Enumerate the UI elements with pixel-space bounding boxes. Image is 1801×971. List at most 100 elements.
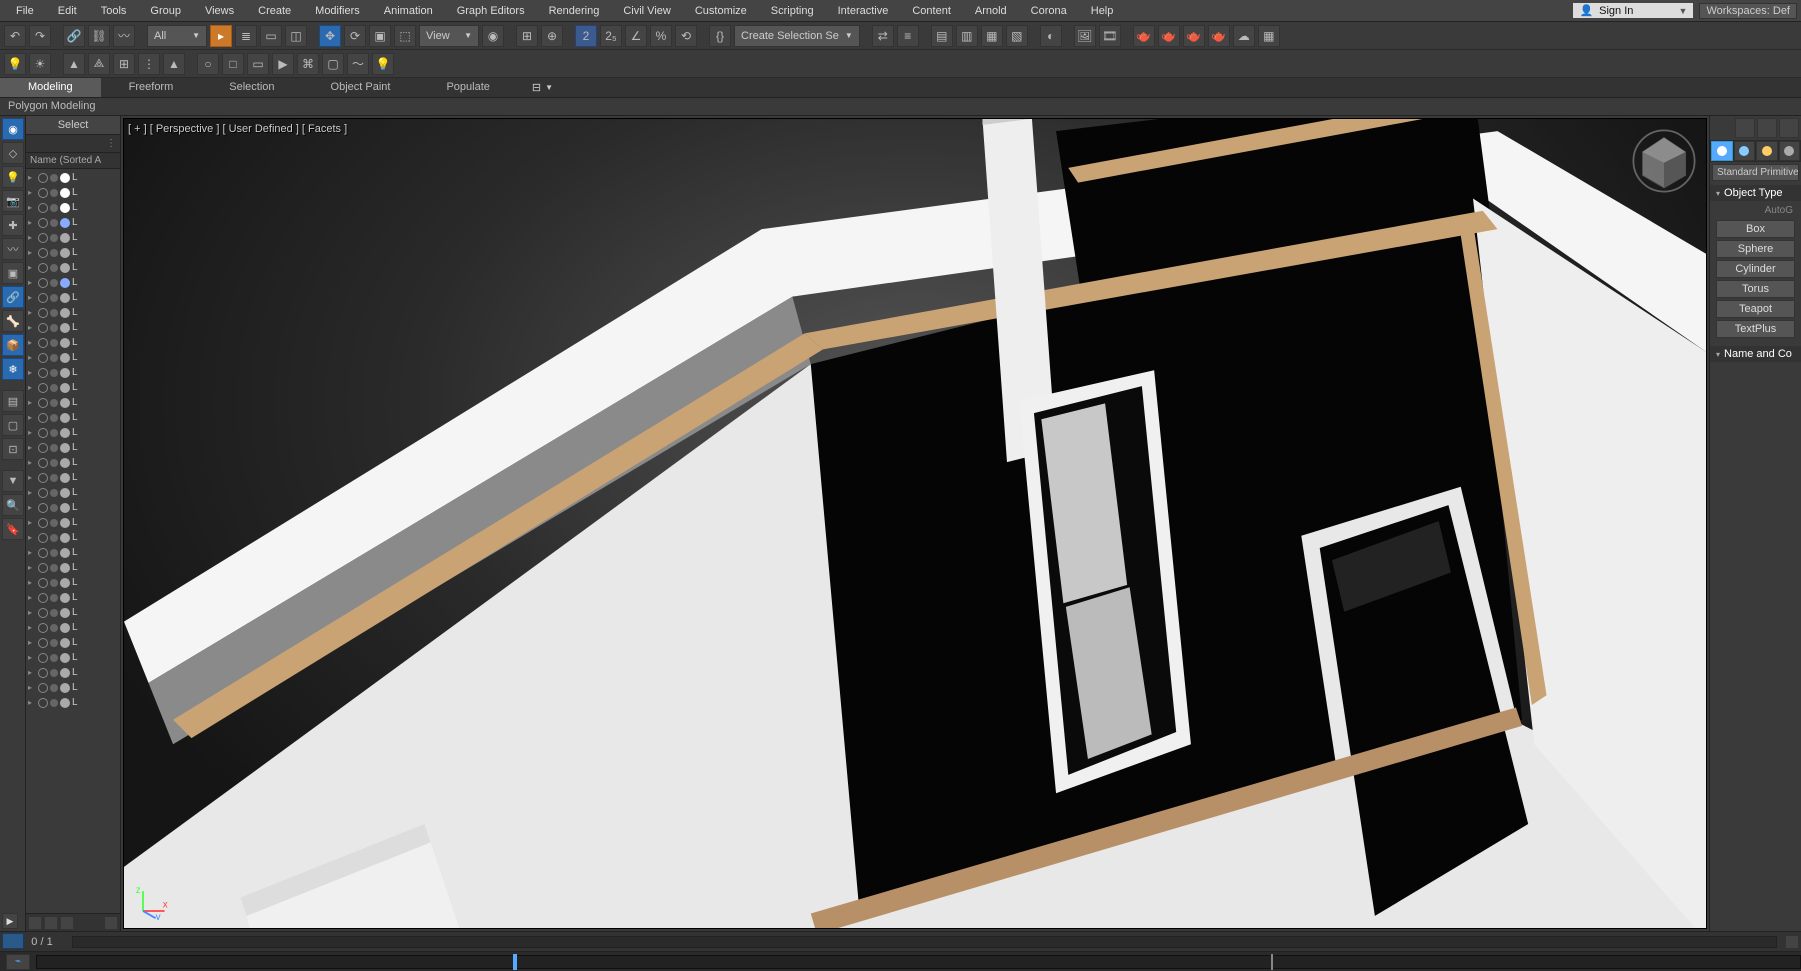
scene-row[interactable]: ▸L: [26, 530, 120, 545]
display-none-icon[interactable]: ▢: [2, 414, 24, 436]
toggle-ribbon-button[interactable]: ▥: [956, 25, 978, 47]
mirror-button[interactable]: ⇄: [872, 25, 894, 47]
select-object-button[interactable]: ▸: [210, 25, 232, 47]
scene-explorer-header[interactable]: Name (Sorted A: [26, 153, 120, 169]
snap-toggle-2d-button[interactable]: 2: [575, 25, 597, 47]
viewcube[interactable]: [1628, 125, 1700, 197]
filter-xrefs-icon[interactable]: 🔗: [2, 286, 24, 308]
name-color-rollout-header[interactable]: Name and Co: [1710, 346, 1801, 362]
scene-row[interactable]: ▸L: [26, 290, 120, 305]
menu-help[interactable]: Help: [1079, 2, 1126, 20]
named-selection-dropdown[interactable]: Create Selection Se▼: [734, 25, 860, 47]
mirror-y-icon[interactable]: ⟁: [88, 53, 110, 75]
filter-cameras-icon[interactable]: 📷: [2, 190, 24, 212]
window-crossing-button[interactable]: ◫: [285, 25, 307, 47]
scale-button[interactable]: ▣: [369, 25, 391, 47]
cmd-top-2[interactable]: [1757, 118, 1777, 138]
undo-button[interactable]: ↶: [4, 25, 26, 47]
render-online-button[interactable]: 🫖: [1208, 25, 1230, 47]
freeze-tool-icon[interactable]: ▢: [322, 53, 344, 75]
scene-row[interactable]: ▸L: [26, 440, 120, 455]
torus-button[interactable]: Torus: [1716, 280, 1795, 298]
scene-row[interactable]: ▸L: [26, 485, 120, 500]
play-tool-icon[interactable]: ▶: [272, 53, 294, 75]
scene-row[interactable]: ▸L: [26, 245, 120, 260]
track-area[interactable]: [36, 955, 1801, 969]
scene-row[interactable]: ▸L: [26, 305, 120, 320]
filter-groups-icon[interactable]: ▣: [2, 262, 24, 284]
angle-snap-button[interactable]: ∠: [625, 25, 647, 47]
lasso-tool-icon[interactable]: 〜: [347, 53, 369, 75]
time-right-button[interactable]: [1785, 935, 1799, 949]
filter-frozen-icon[interactable]: ❄: [2, 358, 24, 380]
scene-row[interactable]: ▸L: [26, 275, 120, 290]
explorer-options-icon[interactable]: ⋮: [106, 138, 116, 149]
scene-explorer-list[interactable]: ▸L▸L▸L▸L▸L▸L▸L▸L▸L▸L▸L▸L▸L▸L▸L▸L▸L▸L▸L▸L…: [26, 169, 120, 913]
curve-editor-button[interactable]: ▦: [981, 25, 1003, 47]
selection-filter-dropdown[interactable]: All▼: [147, 25, 207, 47]
menu-create[interactable]: Create: [246, 2, 303, 20]
sphere-button[interactable]: Sphere: [1716, 240, 1795, 258]
menu-tools[interactable]: Tools: [89, 2, 139, 20]
snap-toggle-25d-button[interactable]: 2₅: [600, 25, 622, 47]
signin-dropdown[interactable]: 👤 Sign In ▼: [1573, 3, 1693, 18]
filter-shapes-icon[interactable]: ◇: [2, 142, 24, 164]
menu-scripting[interactable]: Scripting: [759, 2, 826, 20]
spinner-snap-button[interactable]: ⟲: [675, 25, 697, 47]
placement-button[interactable]: ⬚: [394, 25, 416, 47]
time-slot-indicator[interactable]: [2, 933, 24, 949]
workspaces-dropdown[interactable]: Workspaces: Def: [1699, 3, 1797, 19]
ribbon-tab-freeform[interactable]: Freeform: [101, 78, 202, 97]
scene-row[interactable]: ▸L: [26, 560, 120, 575]
layer-explorer-button[interactable]: ▤: [931, 25, 953, 47]
ribbon-chevron-icon[interactable]: ▼: [545, 83, 553, 92]
bulb-tool-icon[interactable]: 💡: [372, 53, 394, 75]
rotate-button[interactable]: ⟳: [344, 25, 366, 47]
motion-tab[interactable]: [1779, 141, 1801, 161]
scene-row[interactable]: ▸L: [26, 380, 120, 395]
render-iterative-button[interactable]: 🫖: [1158, 25, 1180, 47]
square-tool-icon[interactable]: □: [222, 53, 244, 75]
ref-coord-dropdown[interactable]: View▼: [419, 25, 479, 47]
cylinder-button[interactable]: Cylinder: [1716, 260, 1795, 278]
ribbon-tab-objectpaint[interactable]: Object Paint: [303, 78, 419, 97]
scene-row[interactable]: ▸L: [26, 335, 120, 350]
render-frame-button[interactable]: 🎞: [1099, 25, 1121, 47]
filter-geometry-icon[interactable]: ◉: [2, 118, 24, 140]
select-region-rect-button[interactable]: ▭: [260, 25, 282, 47]
explorer-foot-4[interactable]: [104, 916, 118, 930]
ribbon-tab-modeling[interactable]: Modeling: [0, 78, 101, 97]
scene-row[interactable]: ▸L: [26, 620, 120, 635]
scene-row[interactable]: ▸L: [26, 200, 120, 215]
textplus-button[interactable]: TextPlus: [1716, 320, 1795, 338]
autogrid-checkbox[interactable]: AutoG: [1712, 203, 1799, 218]
scene-row[interactable]: ▸L: [26, 500, 120, 515]
scene-row[interactable]: ▸L: [26, 320, 120, 335]
percent-snap-button[interactable]: %: [650, 25, 672, 47]
filter-lights-icon[interactable]: 💡: [2, 166, 24, 188]
ribbon-pin-icon[interactable]: ⊟: [532, 81, 541, 94]
scene-row[interactable]: ▸L: [26, 680, 120, 695]
display-invert-icon[interactable]: ⊡: [2, 438, 24, 460]
select-by-name-button[interactable]: ≣: [235, 25, 257, 47]
render-production-button[interactable]: 🫖: [1133, 25, 1155, 47]
scene-row[interactable]: ▸L: [26, 590, 120, 605]
light-icon[interactable]: 💡: [4, 53, 26, 75]
scene-row[interactable]: ▸L: [26, 425, 120, 440]
search-icon[interactable]: 🔍: [2, 494, 24, 516]
render-activeshade-button[interactable]: 🫖: [1183, 25, 1205, 47]
array-icon[interactable]: ⊞: [113, 53, 135, 75]
bookmark-icon[interactable]: 🔖: [2, 518, 24, 540]
menu-corona[interactable]: Corona: [1019, 2, 1079, 20]
menu-grapheditors[interactable]: Graph Editors: [445, 2, 537, 20]
mirror-x-icon[interactable]: ▲: [63, 53, 85, 75]
scene-row[interactable]: ▸L: [26, 665, 120, 680]
explorer-foot-1[interactable]: [28, 916, 42, 930]
sort-icon[interactable]: ▼: [2, 470, 24, 492]
graph-tool-icon[interactable]: ⌘: [297, 53, 319, 75]
menu-civilview[interactable]: Civil View: [611, 2, 682, 20]
display-all-icon[interactable]: ▤: [2, 390, 24, 412]
render-setup-button[interactable]: 🖼: [1074, 25, 1096, 47]
scene-row[interactable]: ▸L: [26, 230, 120, 245]
keyboard-shortcut-button[interactable]: ⊕: [541, 25, 563, 47]
